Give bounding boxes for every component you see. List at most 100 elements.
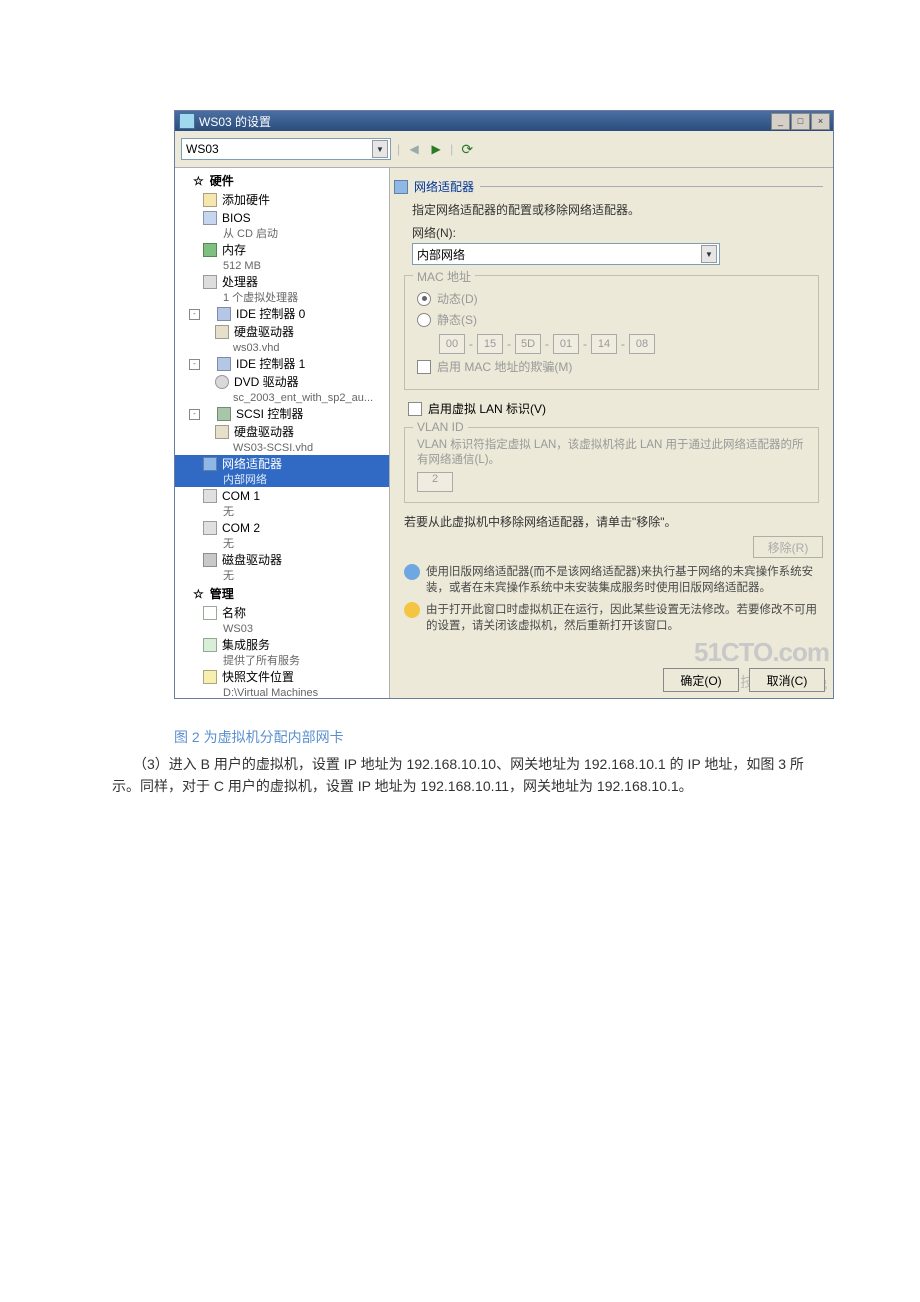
nav-back-button[interactable]: ◀ [406, 141, 422, 157]
floppy-icon [203, 553, 217, 567]
network-select-value: 内部网络 [417, 246, 465, 263]
network-select[interactable]: 内部网络 ▼ [412, 243, 720, 265]
snapshot-location-sub: D:\Virtual Machines [175, 686, 389, 698]
vm-selector-value: WS03 [186, 142, 219, 156]
window-title: WS03 的设置 [199, 113, 271, 130]
name-icon [203, 606, 217, 620]
hdd1-sub: WS03-SCSI.vhd [175, 441, 389, 455]
hdd-icon [215, 325, 229, 339]
info-text: 使用旧版网络适配器(而不是该网络适配器)来执行基于网络的未宾操作系统安装，或者在… [426, 564, 819, 596]
com1-item[interactable]: COM 1 [175, 487, 389, 505]
mac-static-radio [417, 313, 431, 327]
ide0-item[interactable]: -IDE 控制器 0 [175, 305, 389, 323]
mac-legend: MAC 地址 [413, 268, 475, 285]
scsi-icon [217, 407, 231, 421]
ok-button[interactable]: 确定(O) [663, 668, 739, 692]
processor-item[interactable]: 处理器 [175, 273, 389, 291]
figure-caption: 图 2 为虚拟机分配内部网卡 [174, 727, 834, 747]
com-icon [203, 489, 217, 503]
network-icon [394, 180, 408, 194]
dvd-icon [215, 375, 229, 389]
collapse-icon[interactable]: - [189, 309, 200, 320]
com2-item[interactable]: COM 2 [175, 519, 389, 537]
com2-sub: 无 [175, 537, 389, 551]
chevron-down-icon[interactable]: ▼ [701, 245, 717, 263]
cancel-button[interactable]: 取消(C) [749, 668, 825, 692]
mac-segments: 00- 15- 5D- 01- 14- 08 [439, 334, 808, 354]
ide-icon [217, 357, 231, 371]
floppy-sub: 无 [175, 569, 389, 583]
services-icon [203, 638, 217, 652]
collapse-icon[interactable]: - [189, 359, 200, 370]
titlebar[interactable]: WS03 的设置 _ □ × [175, 111, 833, 131]
mac-seg-5: 08 [629, 334, 655, 354]
snapshot-location-item[interactable]: 快照文件位置 [175, 668, 389, 686]
info-icon [404, 564, 420, 580]
snapshot-icon [203, 670, 217, 684]
vlan-legend: VLAN ID [413, 420, 468, 434]
name-sub: WS03 [175, 622, 389, 636]
remove-description: 若要从此虚拟机中移除网络适配器，请单击"移除"。 [404, 513, 819, 530]
vlan-enable-checkbox[interactable] [408, 402, 422, 416]
mac-seg-3: 01 [553, 334, 579, 354]
details-pane: 网络适配器 指定网络适配器的配置或移除网络适配器。 网络(N): 内部网络 ▼ … [390, 168, 833, 698]
minimize-button[interactable]: _ [771, 113, 790, 130]
vlan-id-input: 2 [417, 472, 453, 492]
ide-icon [217, 307, 231, 321]
scsi-item[interactable]: -SCSI 控制器 [175, 405, 389, 423]
bios-icon [203, 211, 217, 225]
management-section-header: ☆ 管理 [175, 583, 389, 604]
warning-icon [404, 602, 420, 618]
bios-sub: 从 CD 启动 [175, 227, 389, 241]
vm-selector-combo[interactable]: WS03 ▼ [181, 138, 391, 160]
collapse-icon[interactable]: - [189, 409, 200, 420]
memory-item[interactable]: 内存 [175, 241, 389, 259]
hardware-section-header: ☆ 硬件 [175, 170, 389, 191]
name-item[interactable]: 名称 [175, 604, 389, 622]
add-hardware-icon [203, 193, 217, 207]
info-legacy-adapter: 使用旧版网络适配器(而不是该网络适配器)来执行基于网络的未宾操作系统安装，或者在… [404, 564, 819, 596]
hdd1-item[interactable]: 硬盘驱动器 [175, 423, 389, 441]
mac-spoof-label: 启用 MAC 地址的欺骗(M) [437, 358, 572, 375]
settings-tree[interactable]: ☆ 硬件 添加硬件 BIOS 从 CD 启动 内存 512 MB 处理器 1 个… [175, 168, 390, 698]
processor-icon [203, 275, 217, 289]
close-button[interactable]: × [811, 113, 830, 130]
remove-button: 移除(R) [753, 536, 823, 558]
mac-seg-2: 5D [515, 334, 541, 354]
mac-spoof-checkbox [417, 360, 431, 374]
vm-settings-window: WS03 的设置 _ □ × WS03 ▼ | ◀ ▶ | ⟳ [174, 110, 834, 747]
maximize-button[interactable]: □ [791, 113, 810, 130]
mac-static-label: 静态(S) [437, 311, 477, 328]
mac-seg-0: 00 [439, 334, 465, 354]
bios-item[interactable]: BIOS [175, 209, 389, 227]
processor-sub: 1 个虚拟处理器 [175, 291, 389, 305]
mac-seg-4: 14 [591, 334, 617, 354]
hdd0-item[interactable]: 硬盘驱动器 [175, 323, 389, 341]
chevron-down-icon[interactable]: ▼ [372, 140, 388, 158]
integration-services-item[interactable]: 集成服务 [175, 636, 389, 654]
network-adapter-sub: 内部网络 [175, 473, 389, 487]
app-icon [179, 113, 195, 129]
add-hardware-item[interactable]: 添加硬件 [175, 191, 389, 209]
nav-forward-button[interactable]: ▶ [428, 141, 444, 157]
integration-services-sub: 提供了所有服务 [175, 654, 389, 668]
mac-dynamic-radio [417, 292, 431, 306]
floppy-item[interactable]: 磁盘驱动器 [175, 551, 389, 569]
mac-dynamic-label: 动态(D) [437, 290, 478, 307]
com-icon [203, 521, 217, 535]
dvd-sub: sc_2003_ent_with_sp2_au... [175, 391, 389, 405]
warn-text: 由于打开此窗口时虚拟机正在运行，因此某些设置无法修改。若要修改不可用的设置，请关… [426, 602, 819, 634]
network-adapter-item[interactable]: 网络适配器 [175, 455, 389, 473]
memory-sub: 512 MB [175, 259, 389, 273]
mac-address-group: MAC 地址 动态(D) 静态(S) 00- 15- 5D- [404, 275, 819, 390]
vlan-group: VLAN ID VLAN 标识符指定虚拟 LAN，该虚拟机将此 LAN 用于通过… [404, 427, 819, 503]
refresh-button[interactable]: ⟳ [459, 141, 475, 157]
toolbar: WS03 ▼ | ◀ ▶ | ⟳ [175, 131, 833, 168]
network-label: 网络(N): [412, 224, 823, 241]
article-paragraph: （3）进入 B 用户的虚拟机，设置 IP 地址为 192.168.10.10、网… [112, 753, 812, 797]
dvd-item[interactable]: DVD 驱动器 [175, 373, 389, 391]
vlan-description: VLAN 标识符指定虚拟 LAN，该虚拟机将此 LAN 用于通过此网络适配器的所… [417, 438, 808, 468]
mac-seg-1: 15 [477, 334, 503, 354]
ide1-item[interactable]: -IDE 控制器 1 [175, 355, 389, 373]
section-description: 指定网络适配器的配置或移除网络适配器。 [412, 201, 823, 218]
